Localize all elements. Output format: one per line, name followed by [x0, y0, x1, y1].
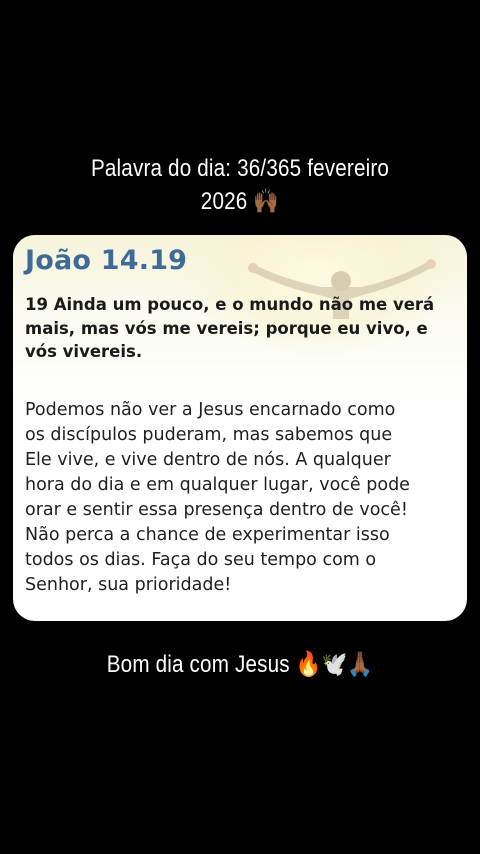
reflection-line: os discípulos puderam, mas sabemos que	[25, 425, 393, 445]
caption-line-1: Palavra do dia: 36/365 fevereiro	[90, 155, 390, 182]
top-caption: Palavra do dia: 36/365 fevereiro 2026 🙌🏾	[34, 152, 447, 218]
verse-text: 19 Ainda um pouco, e o mundo não me verá…	[25, 293, 461, 364]
scripture-reference: João 14.19	[25, 245, 188, 276]
reflection-line: Podemos não ver a Jesus encarnado como	[25, 400, 396, 420]
reflection-line: Não perca a chance de experimentar isso	[25, 525, 390, 545]
reflection-line: orar e sentir essa presença dentro de vo…	[25, 500, 408, 520]
verse-line: mais, mas vós me vereis; porque eu vivo,…	[25, 318, 428, 338]
reflection-line: hora do dia e em qualquer lugar, você po…	[25, 475, 410, 495]
greeting-text: Bom dia com Jesus 🔥🕊️🙏🏾	[106, 651, 374, 678]
verse-line: 19 Ainda um pouco, e o mundo não me verá	[25, 295, 435, 314]
reflection-line: todos os dias. Faça do seu tempo com o	[25, 550, 377, 570]
verse-line: vós vivereis.	[25, 342, 143, 361]
reflection-line: Senhor, sua prioridade!	[25, 575, 232, 595]
bottom-caption: Bom dia com Jesus 🔥🕊️🙏🏾	[34, 648, 447, 681]
reflection-text: Podemos não ver a Jesus encarnado como o…	[25, 398, 465, 598]
reflection-line: Ele vive, e vive dentro de nós. A qualqu…	[25, 450, 391, 470]
devotional-card: João 14.19 19 Ainda um pouco, e o mundo …	[13, 235, 467, 621]
caption-line-2: 2026 🙌🏾	[200, 188, 280, 215]
